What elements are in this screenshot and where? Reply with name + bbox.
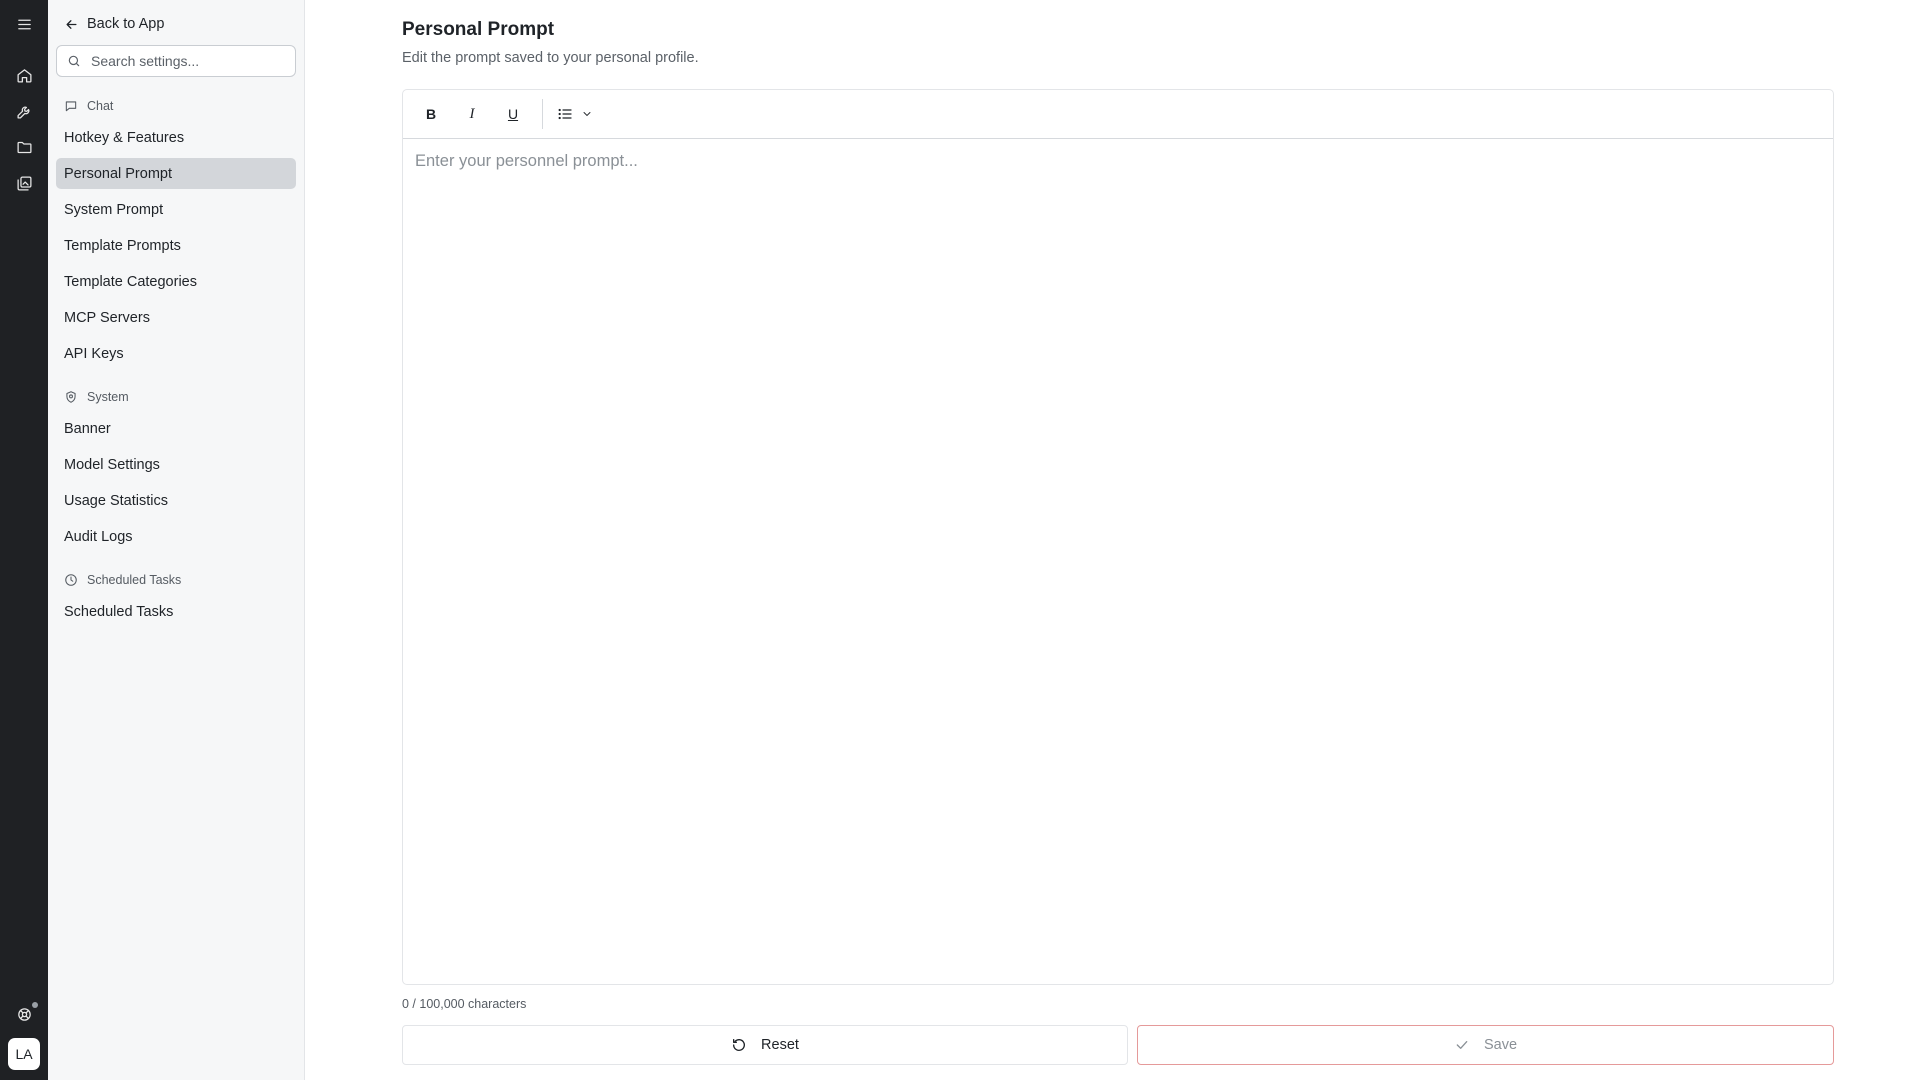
underline-button[interactable]: U xyxy=(497,98,529,130)
list-dropdown-button[interactable] xyxy=(551,98,599,130)
reset-label: Reset xyxy=(761,1037,799,1053)
main-content: Personal Prompt Edit the prompt saved to… xyxy=(402,0,1834,1065)
page-title: Personal Prompt xyxy=(402,19,555,40)
sidebar-item-banner[interactable]: Banner xyxy=(56,413,296,444)
save-button[interactable]: Save xyxy=(1137,1025,1834,1065)
help-icon[interactable] xyxy=(0,996,48,1032)
shield-icon xyxy=(66,391,76,403)
sidebar-item-mcp-servers[interactable]: MCP Servers xyxy=(56,302,296,333)
sidebar-item-template-prompts[interactable]: Template Prompts xyxy=(56,230,296,261)
personal-prompt-textarea[interactable] xyxy=(403,139,1833,984)
clock-icon xyxy=(65,574,77,586)
character-count: 0 / 100,000 characters xyxy=(402,997,527,1011)
back-to-app-button[interactable]: Back to App xyxy=(56,11,296,37)
arrow-left-icon xyxy=(66,19,77,29)
icon-rail: LA xyxy=(0,0,48,1080)
italic-button[interactable]: I xyxy=(456,98,488,130)
section-scheduled-tasks-title: Scheduled Tasks xyxy=(87,573,182,587)
section-system: System xyxy=(56,387,296,407)
notification-dot xyxy=(32,1002,38,1008)
sidebar-item-system-prompt[interactable]: System Prompt xyxy=(56,194,296,225)
chevron-down-icon xyxy=(583,112,591,117)
menu-icon[interactable] xyxy=(0,6,48,42)
toolbar-divider xyxy=(542,99,543,129)
bold-button[interactable]: B xyxy=(415,98,447,130)
sidebar-item-audit-logs[interactable]: Audit Logs xyxy=(56,521,296,552)
search-box xyxy=(56,45,296,77)
prompt-editor: B I U xyxy=(402,89,1834,985)
sidebar-item-model-settings[interactable]: Model Settings xyxy=(56,449,296,480)
editor-toolbar: B I U xyxy=(403,90,1833,139)
section-scheduled-tasks: Scheduled Tasks xyxy=(56,570,296,590)
folder-icon[interactable] xyxy=(0,129,48,165)
settings-sidebar: Back to App Chat Hotkey & Features Perso… xyxy=(48,0,305,1080)
avatar[interactable]: LA xyxy=(8,1038,40,1070)
gallery-icon[interactable] xyxy=(0,165,48,201)
sidebar-item-api-keys[interactable]: API Keys xyxy=(56,338,296,369)
page-subtitle: Edit the prompt saved to your personal p… xyxy=(402,50,699,66)
back-to-app-label: Back to App xyxy=(87,16,165,32)
sidebar-item-usage-statistics[interactable]: Usage Statistics xyxy=(56,485,296,516)
list-icon xyxy=(558,108,572,120)
search-icon xyxy=(68,55,80,67)
reset-button[interactable]: Reset xyxy=(402,1025,1128,1065)
section-system-title: System xyxy=(87,390,129,404)
home-icon[interactable] xyxy=(0,57,48,93)
search-input[interactable] xyxy=(91,53,281,69)
sidebar-item-hotkey-features[interactable]: Hotkey & Features xyxy=(56,122,296,153)
save-label: Save xyxy=(1483,1037,1518,1053)
sidebar-item-personal-prompt[interactable]: Personal Prompt xyxy=(56,158,296,189)
tools-icon[interactable] xyxy=(0,93,48,129)
chat-icon xyxy=(65,101,77,112)
check-icon xyxy=(1456,1041,1468,1049)
section-chat: Chat xyxy=(56,96,296,116)
sidebar-item-template-categories[interactable]: Template Categories xyxy=(56,266,296,297)
sidebar-item-scheduled-tasks[interactable]: Scheduled Tasks xyxy=(56,596,296,627)
action-bar: Reset Save xyxy=(402,1025,1834,1065)
reset-icon xyxy=(733,1039,746,1051)
section-chat-title: Chat xyxy=(87,99,114,113)
